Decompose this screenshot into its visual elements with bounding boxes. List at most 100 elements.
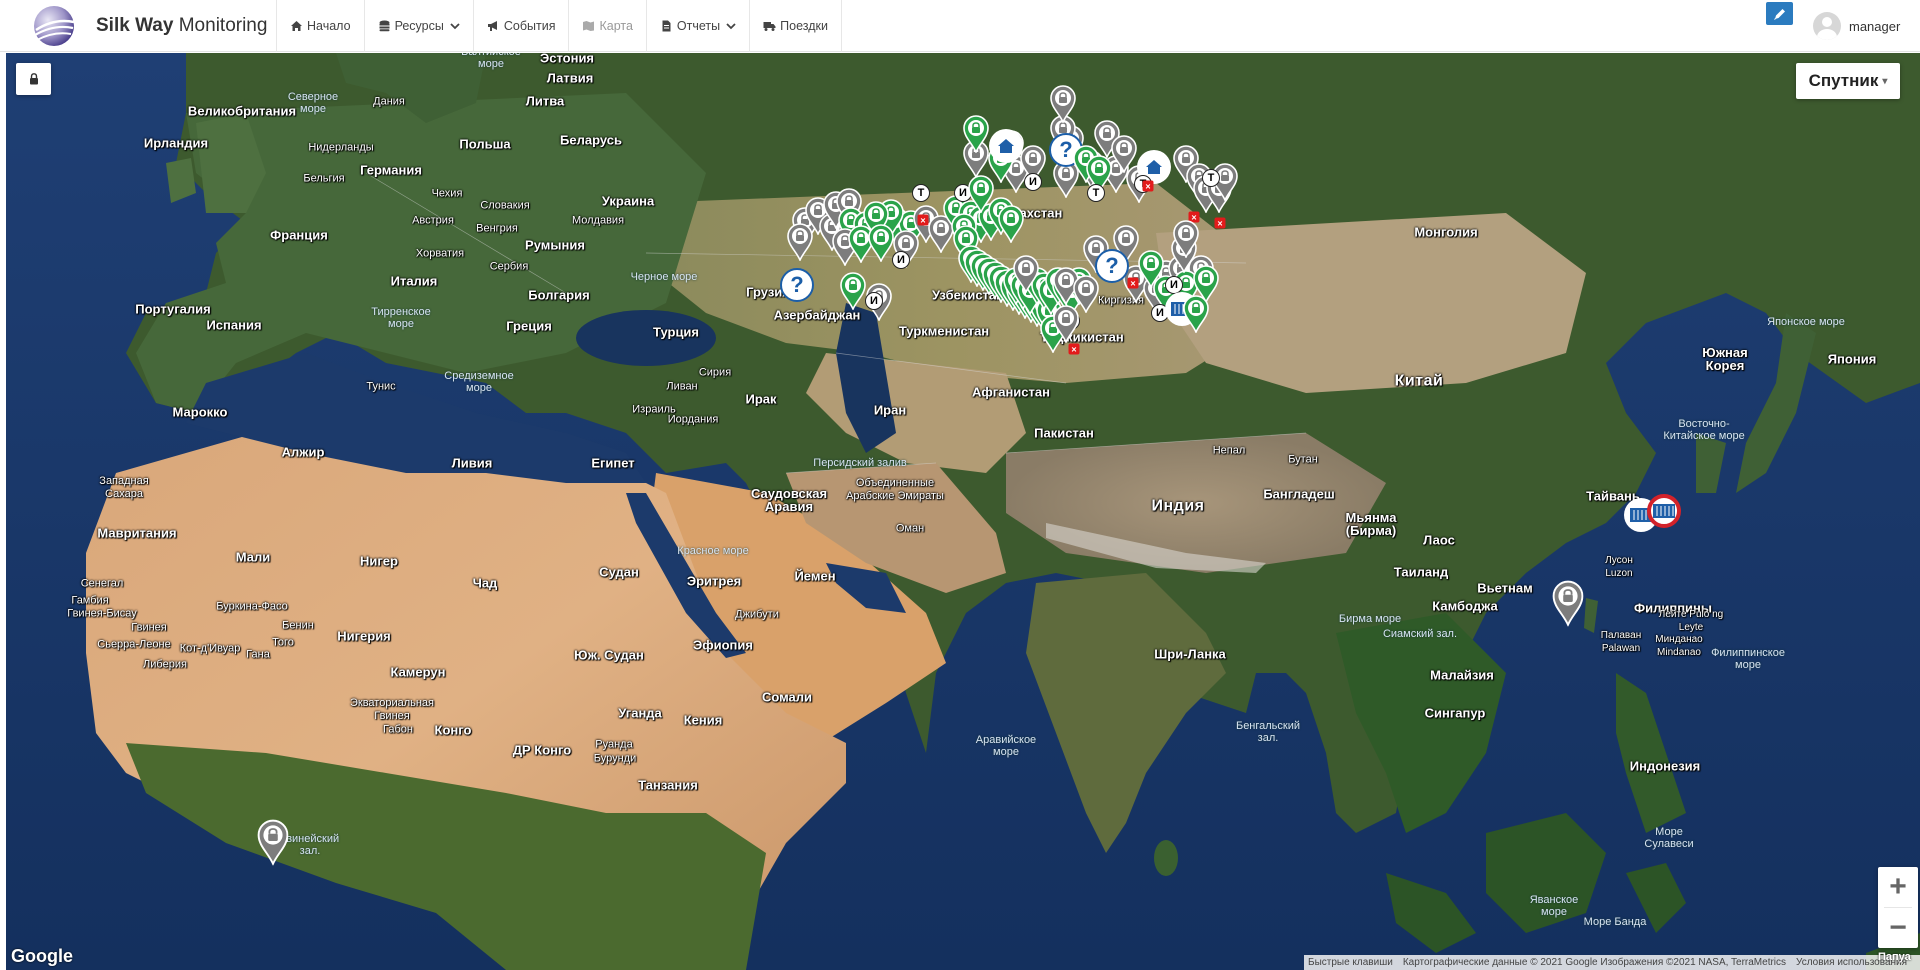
- nav-events[interactable]: События: [474, 0, 570, 52]
- vehicle-marker-parked[interactable]: [1013, 255, 1039, 293]
- home-icon: [998, 139, 1014, 153]
- lock-map-button[interactable]: [16, 63, 51, 95]
- nav-reports[interactable]: Отчеты: [647, 0, 751, 52]
- vehicle-marker-parked[interactable]: [1552, 580, 1584, 626]
- pencil-icon: [1773, 8, 1785, 20]
- map-label: Индонезия: [1629, 758, 1701, 774]
- map-label: Западная Сахара: [99, 475, 149, 500]
- map-label: Франция: [270, 227, 328, 243]
- sea-label: Персидский залив: [813, 457, 907, 469]
- vehicle-marker-parked[interactable]: [1053, 305, 1079, 343]
- map-label: Кения: [683, 712, 723, 728]
- map-label: Ливан: [666, 380, 698, 393]
- map-label: Бенин: [282, 619, 314, 632]
- nav-map-label: Карта: [599, 19, 633, 33]
- map-type-label: Спутник: [1808, 71, 1879, 90]
- alert-icon: ×: [1214, 217, 1226, 229]
- map-label: Ирландия: [143, 135, 209, 151]
- container-marker[interactable]: [1647, 494, 1681, 528]
- vehicle-marker-active[interactable]: [868, 224, 894, 262]
- user-name: manager: [1849, 18, 1901, 34]
- map-label: Испания: [206, 317, 262, 333]
- map-label: Южная Корея: [1702, 345, 1748, 373]
- map-label: Мавритания: [97, 525, 177, 541]
- map-label: Ирак: [745, 391, 777, 407]
- map-label: Конго: [434, 722, 472, 738]
- vehicle-marker-parked[interactable]: [1050, 85, 1076, 123]
- sea-label: Бирма море: [1338, 613, 1402, 625]
- vehicle-marker-parked[interactable]: [257, 819, 289, 865]
- marker-badge: Т: [912, 184, 930, 202]
- map-data-attribution[interactable]: Картографические данные © 2021 Google Из…: [1403, 957, 1786, 968]
- keyboard-shortcuts-link[interactable]: Быстрые клавиши: [1308, 957, 1393, 968]
- user-menu[interactable]: manager: [1813, 12, 1900, 40]
- map-label: Вьетнам: [1477, 580, 1533, 596]
- map-label: Нигер: [360, 553, 398, 569]
- nav-trips[interactable]: Поездки: [750, 0, 842, 52]
- sea-label: Море Банда: [1583, 916, 1647, 928]
- zoom-out-button[interactable]: −: [1878, 908, 1918, 948]
- vehicle-marker-parked[interactable]: [787, 223, 813, 261]
- map-label: Словакия: [480, 199, 530, 212]
- vehicle-marker-parked[interactable]: [1111, 135, 1137, 173]
- map-label: Пакистан: [1034, 425, 1094, 441]
- map-label: Иордания: [667, 413, 719, 426]
- map-label: Сенегал: [80, 577, 124, 590]
- map-label: Мали: [235, 549, 271, 565]
- map-label: Джибути: [735, 608, 779, 621]
- map-label: Нигерия: [337, 628, 391, 644]
- map-label: Танзания: [638, 777, 698, 793]
- map-label: Румыния: [525, 237, 585, 253]
- map-label: Марокко: [172, 404, 228, 420]
- zoom-in-button[interactable]: +: [1878, 867, 1918, 907]
- unknown-location-marker[interactable]: ?: [780, 268, 814, 302]
- alert-icon: ×: [917, 214, 929, 226]
- unknown-location-marker[interactable]: ?: [1095, 249, 1129, 283]
- map-label: Алжир: [281, 444, 325, 460]
- map-label: Бельгия: [303, 172, 345, 185]
- map-label: Лаос: [1423, 532, 1455, 548]
- map-label: Бангладеш: [1263, 486, 1335, 502]
- map-label: Латвия: [546, 70, 594, 86]
- map-label: Молдавия: [571, 214, 625, 227]
- base-marker[interactable]: [989, 129, 1023, 163]
- brand[interactable]: Silk Way Monitoring: [30, 4, 267, 48]
- map-label: Кот-д'Ивуар: [179, 642, 241, 655]
- nav-home-label: Начало: [307, 19, 351, 33]
- vehicle-marker-active[interactable]: [963, 115, 989, 153]
- vehicle-marker-active[interactable]: [1183, 295, 1209, 333]
- map-label: Того: [272, 636, 294, 649]
- map-label: Португалия: [135, 301, 211, 317]
- map-label: Саудовская Аравия: [750, 486, 828, 514]
- map-label: Гвинея: [131, 621, 167, 634]
- sea-label: Яванское море: [1529, 894, 1579, 918]
- sea-label: Балтийское море: [461, 53, 521, 70]
- vehicle-marker-parked[interactable]: [1173, 220, 1199, 258]
- map-label: Сирия: [698, 366, 732, 379]
- sea-label: Море Сулавеси: [1644, 826, 1694, 850]
- nav-home[interactable]: Начало: [277, 0, 365, 52]
- sea-label: Бенгальский зал.: [1235, 720, 1301, 744]
- nav-map[interactable]: Карта: [569, 0, 647, 52]
- map-label: Руанда: [595, 738, 633, 751]
- alert-icon: ×: [1127, 277, 1139, 289]
- map-label: Китай: [1394, 372, 1444, 390]
- main-nav: Начало Ресурсы События Карта Отчеты Поез…: [277, 0, 842, 52]
- chevron-down-icon: [450, 23, 460, 30]
- map-label: Эритрея: [686, 573, 742, 589]
- map-label: Сербия: [489, 260, 529, 273]
- map-label: Дания: [373, 95, 405, 108]
- map-label: Уганда: [618, 705, 662, 721]
- map-label: ДР Конго: [512, 742, 572, 758]
- vehicle-marker-active[interactable]: [840, 272, 866, 310]
- edit-button[interactable]: [1766, 2, 1793, 25]
- avatar: [1813, 12, 1841, 40]
- satellite-map[interactable]: Эстония Латвия Литва Беларусь Польша Гер…: [6, 53, 1920, 970]
- nav-resources[interactable]: Ресурсы: [365, 0, 474, 52]
- map-type-select[interactable]: Спутник ▾: [1796, 63, 1900, 99]
- map-label: Эстония: [539, 53, 595, 66]
- container-icon: [1653, 504, 1675, 518]
- vehicle-marker-active[interactable]: [998, 205, 1024, 243]
- marker-badge: Т: [1202, 169, 1220, 187]
- nav-reports-label: Отчеты: [676, 19, 721, 33]
